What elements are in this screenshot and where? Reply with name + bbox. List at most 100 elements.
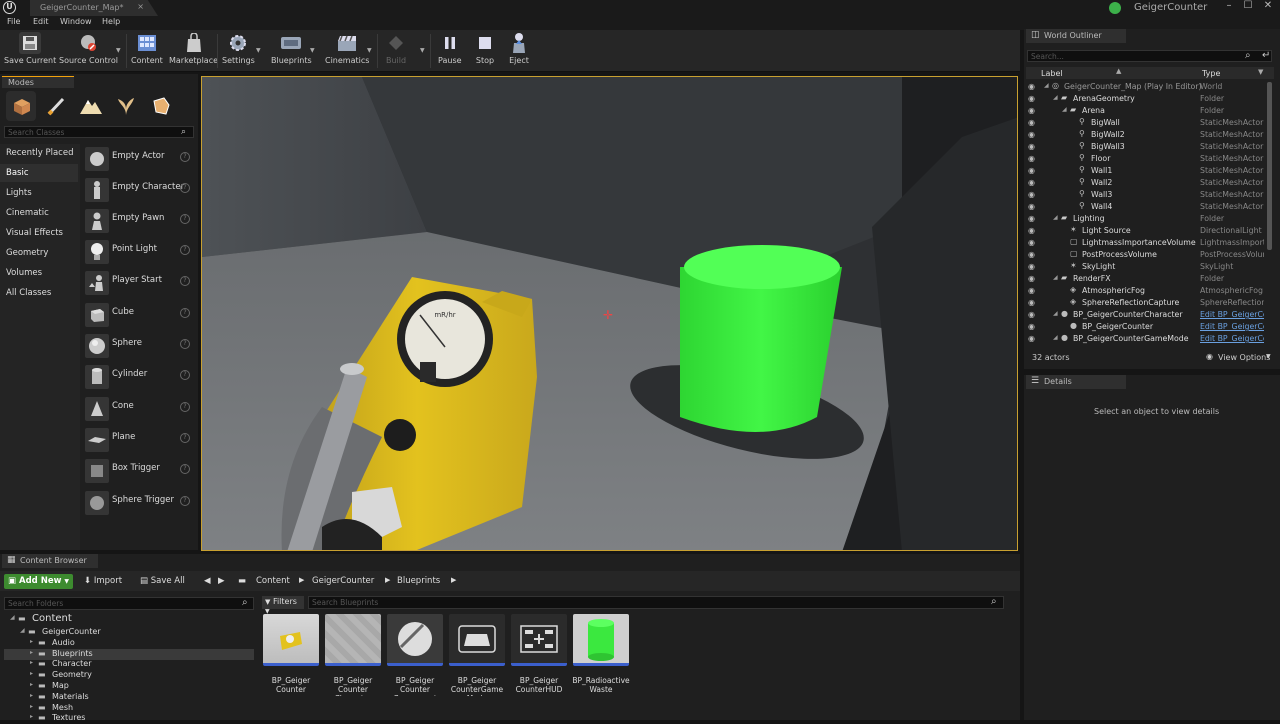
source-control-dropdown-icon[interactable]: ▼ <box>116 47 121 54</box>
asset-tile[interactable]: BP_Geiger Counter Component <box>387 614 443 700</box>
visibility-eye-icon[interactable]: ◉ <box>1028 322 1035 331</box>
visibility-eye-icon[interactable]: ◉ <box>1028 298 1035 307</box>
back-arrow-icon[interactable]: ◀ <box>204 576 211 586</box>
folder-tree-item[interactable]: ▸ ▬ Audio <box>4 638 254 649</box>
outliner-row-type[interactable]: Edit BP_GeigerCounterGameMode <box>1200 334 1264 343</box>
outliner-row[interactable]: ◉ ✶ Light Source DirectionalLight <box>1026 225 1266 237</box>
category-geometry[interactable]: Geometry <box>0 244 78 262</box>
visibility-eye-icon[interactable]: ◉ <box>1028 82 1035 91</box>
add-filter-icon[interactable]: ↵ <box>1262 50 1270 61</box>
close-window-button[interactable]: ✕ <box>1261 0 1275 14</box>
folder-tree-item[interactable]: ▸ ▬ Textures <box>4 713 254 724</box>
expand-arrow-icon[interactable]: ◢ <box>1044 82 1049 89</box>
blueprints-button[interactable]: Blueprints <box>271 32 312 65</box>
class-item-sphere[interactable]: Sphere? <box>82 331 196 359</box>
landscape-mode-icon[interactable] <box>76 91 106 121</box>
visibility-eye-icon[interactable]: ◉ <box>1028 274 1035 283</box>
expand-arrow-icon[interactable]: ▸ <box>30 681 33 688</box>
folder-tree-item[interactable]: ▸ ▬ Geometry <box>4 670 254 681</box>
visibility-eye-icon[interactable]: ◉ <box>1028 154 1035 163</box>
visibility-eye-icon[interactable]: ◉ <box>1028 250 1035 259</box>
menu-edit[interactable]: Edit <box>33 17 49 26</box>
category-volumes[interactable]: Volumes <box>0 264 78 282</box>
outliner-row[interactable]: ◉ ⚲ Wall2 StaticMeshActor <box>1026 177 1266 189</box>
class-item-empty-actor[interactable]: Empty Actor? <box>82 144 196 172</box>
asset-tile[interactable]: BP_Geiger CounterGame Mode <box>449 614 505 700</box>
details-tab[interactable]: Details <box>1026 375 1126 389</box>
visibility-eye-icon[interactable]: ◉ <box>1028 106 1035 115</box>
folder-tree-item[interactable]: ▸ ▬ Materials <box>4 692 254 703</box>
category-all-classes[interactable]: All Classes <box>0 284 78 302</box>
help-icon[interactable]: ? <box>180 308 190 318</box>
outliner-row[interactable]: ◉ ◢ ▰ RenderFX Folder <box>1026 273 1266 285</box>
search-folders-input[interactable]: Search Folders <box>4 597 254 610</box>
class-item-cube[interactable]: Cube? <box>82 300 196 328</box>
breadcrumb-geigercounter[interactable]: GeigerCounter <box>312 576 374 586</box>
class-item-point-light[interactable]: Point Light? <box>82 237 196 265</box>
visibility-eye-icon[interactable]: ◉ <box>1028 202 1035 211</box>
search-classes-input[interactable]: Search Classes <box>4 126 194 138</box>
outliner-row[interactable]: ◉ ⚲ BigWall2 StaticMeshActor <box>1026 129 1266 141</box>
asset-tile[interactable]: BP_Geiger Counter <box>263 614 319 700</box>
outliner-row[interactable]: ◉ ◢ ▰ Lighting Folder <box>1026 213 1266 225</box>
geometry-edit-mode-icon[interactable] <box>146 91 176 121</box>
folder-tree-item[interactable]: ◢ ▬ GeigerCounter <box>4 627 254 638</box>
folder-tree-item[interactable]: ◢ ▬ Content <box>4 613 254 625</box>
help-icon[interactable]: ? <box>180 214 190 224</box>
save-all-button[interactable]: ▤ Save All <box>136 574 189 589</box>
visibility-eye-icon[interactable]: ◉ <box>1028 334 1035 343</box>
breadcrumb-separator-icon[interactable]: ▶ <box>385 576 390 584</box>
visibility-eye-icon[interactable]: ◉ <box>1028 178 1035 187</box>
column-dropdown-icon[interactable]: ▼ <box>1258 68 1263 76</box>
cinematics-button[interactable]: Cinematics <box>325 32 369 65</box>
help-icon[interactable]: ? <box>180 433 190 443</box>
pause-button[interactable]: Pause <box>438 32 462 65</box>
expand-arrow-icon[interactable]: ▸ <box>30 638 33 645</box>
eject-button[interactable]: Eject <box>508 32 530 65</box>
blueprints-dropdown-icon[interactable]: ▼ <box>310 47 315 54</box>
category-lights[interactable]: Lights <box>0 184 78 202</box>
outliner-row[interactable]: ◉ ◈ AtmosphericFog AtmosphericFog <box>1026 285 1266 297</box>
help-icon[interactable]: ? <box>180 339 190 349</box>
visibility-eye-icon[interactable]: ◉ <box>1028 166 1035 175</box>
breadcrumb-blueprints[interactable]: Blueprints <box>397 576 440 586</box>
minimize-button[interactable]: – <box>1222 0 1236 14</box>
help-icon[interactable]: ? <box>180 183 190 193</box>
visibility-eye-icon[interactable]: ◉ <box>1028 262 1035 271</box>
build-button[interactable]: Build <box>385 32 407 65</box>
visibility-eye-icon[interactable]: ◉ <box>1028 190 1035 199</box>
category-basic[interactable]: Basic <box>0 164 78 182</box>
outliner-row[interactable]: ◉ ⚲ BigWall3 StaticMeshActor <box>1026 141 1266 153</box>
paint-mode-icon[interactable] <box>41 91 71 121</box>
column-type[interactable]: Type <box>1202 69 1220 78</box>
class-item-player-start[interactable]: Player Start? <box>82 268 196 296</box>
outliner-row[interactable]: ◉ ▢ LightmassImportanceVolume LightmassImpo… <box>1026 237 1266 249</box>
class-item-sphere-trigger[interactable]: Sphere Trigger? <box>82 488 196 516</box>
visibility-eye-icon[interactable]: ◉ <box>1028 310 1035 319</box>
outliner-scrollbar[interactable] <box>1267 82 1272 250</box>
help-icon[interactable]: ? <box>180 370 190 380</box>
outliner-row[interactable]: ◉ ◢ ▰ ArenaGeometry Folder <box>1026 93 1266 105</box>
folder-tree-item[interactable]: ▸ ▬ Blueprints <box>4 648 254 660</box>
expand-arrow-icon[interactable]: ◢ <box>1053 274 1058 281</box>
close-tab-icon[interactable]: × <box>137 2 144 11</box>
class-item-box-trigger[interactable]: Box Trigger? <box>82 456 196 484</box>
foliage-mode-icon[interactable] <box>111 91 141 121</box>
folder-tree-item[interactable]: ▸ ▬ Character <box>4 659 254 670</box>
category-recently-placed[interactable]: Recently Placed <box>0 144 78 162</box>
outliner-row[interactable]: ◉ ✶ SkyLight SkyLight <box>1026 261 1266 273</box>
category-cinematic[interactable]: Cinematic <box>0 204 78 222</box>
outliner-row[interactable]: ◉ ◢ ● BP_GeigerCounterCharacter Edit BP_Geig… <box>1026 309 1266 321</box>
visibility-eye-icon[interactable]: ◉ <box>1028 142 1035 151</box>
expand-arrow-icon[interactable]: ◢ <box>1053 310 1058 317</box>
column-label[interactable]: Label <box>1041 69 1063 78</box>
outliner-row[interactable]: ◉ ⚲ BigWall StaticMeshActor <box>1026 117 1266 129</box>
save-current-button[interactable]: Save Current <box>4 32 56 65</box>
outliner-row-type[interactable]: Edit BP_GeigerCounter <box>1200 322 1264 331</box>
breadcrumb-separator-icon[interactable]: ▶ <box>299 576 304 584</box>
breadcrumb-content[interactable]: Content <box>256 576 290 586</box>
asset-tile[interactable]: BP_Geiger Counter Character <box>325 614 381 700</box>
help-icon[interactable]: ? <box>180 496 190 506</box>
outliner-row[interactable]: ◉ ⚲ Wall3 StaticMeshActor <box>1026 189 1266 201</box>
visibility-eye-icon[interactable]: ◉ <box>1028 286 1035 295</box>
